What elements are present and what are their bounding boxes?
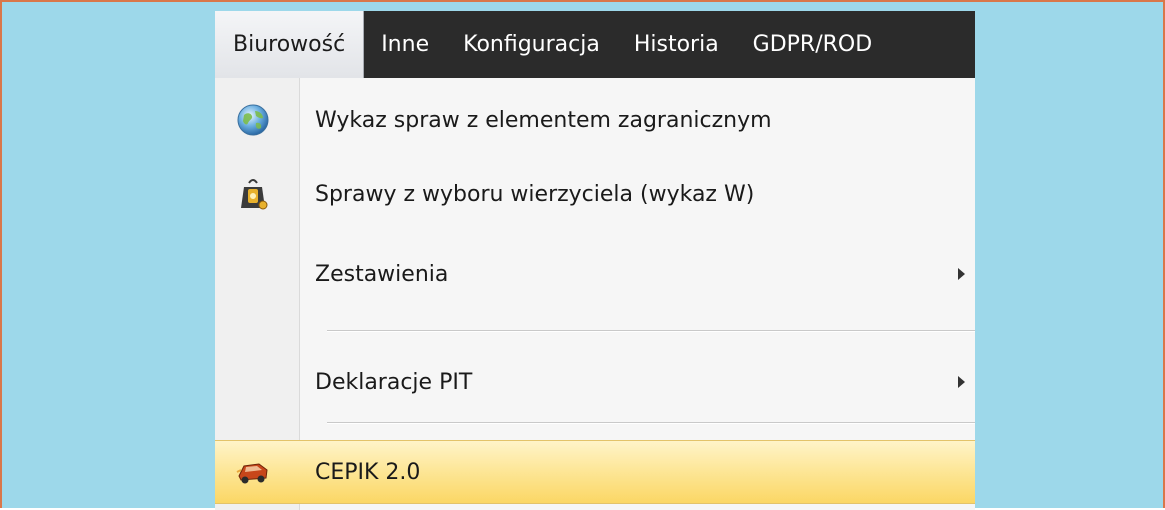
menu-separator [327,330,975,332]
menu-biurowosc[interactable]: Biurowość [215,11,365,78]
menu-item-sprawy-z-wyboru-wierzyciela[interactable]: Sprawy z wyboru wierzyciela (wykaz W) [215,162,975,226]
menu-item-cepik[interactable]: CEPIK 2.0 [215,440,975,504]
menu-gdpr-rod[interactable]: GDPR/ROD [736,11,890,78]
menubar: Biurowość Inne Konfiguracja Historia GDP… [215,11,975,78]
car-icon [233,452,273,492]
biurowosc-dropdown-menu: Wykaz spraw z elementem zagranicznym Spr… [215,78,975,510]
menu-item-label: Sprawy z wyboru wierzyciela (wykaz W) [315,181,755,207]
globe-icon [233,100,273,140]
menu-historia[interactable]: Historia [617,11,736,78]
menu-item-wykaz-spraw-zagranicznych[interactable]: Wykaz spraw z elementem zagranicznym [215,88,975,152]
screenshot-frame: Biurowość Inne Konfiguracja Historia GDP… [0,0,1165,510]
menu-item-deklaracje-pit[interactable]: Deklaracje PIT [215,350,975,414]
menu-item-label: Deklaracje PIT [315,369,473,395]
menu-separator [327,422,975,424]
menu-konfiguracja[interactable]: Konfiguracja [446,11,617,78]
menu-inne[interactable]: Inne [364,11,446,78]
submenu-arrow-icon [958,268,965,280]
bag-icon [233,174,273,214]
app-window: Biurowość Inne Konfiguracja Historia GDP… [215,11,975,510]
menu-item-zestawienia[interactable]: Zestawienia [215,242,975,306]
submenu-arrow-icon [958,376,965,388]
menu-item-label: Wykaz spraw z elementem zagranicznym [315,107,772,133]
menu-item-label: CEPIK 2.0 [315,459,421,485]
menu-item-label: Zestawienia [315,261,449,287]
